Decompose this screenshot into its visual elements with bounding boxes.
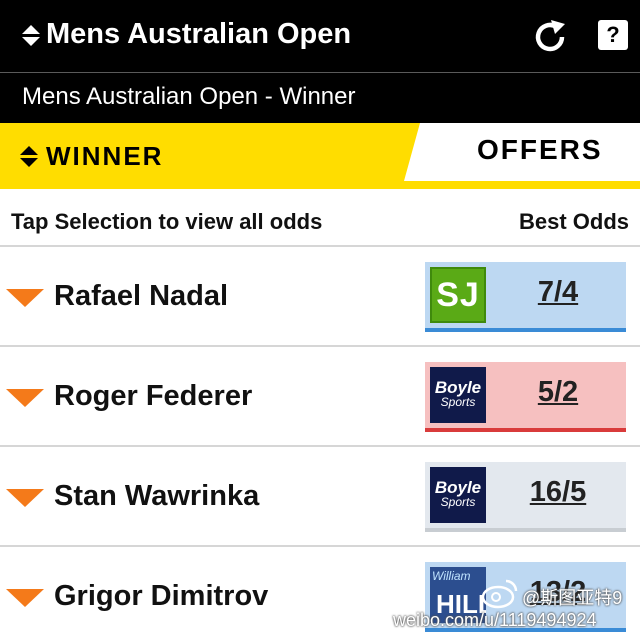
subheader: Mens Australian Open - Winner (0, 73, 640, 123)
sort-arrows-icon[interactable] (22, 25, 40, 46)
odds-value[interactable]: 16/5 (497, 476, 619, 509)
boyle-sports-logo: Boyle Sports (430, 367, 486, 423)
watermark-url: weibo.com/u/1119494924 (393, 610, 597, 630)
tab-offers-label: OFFERS (477, 134, 603, 165)
selection-name[interactable]: Rafael Nadal (54, 280, 228, 313)
expand-arrow-icon[interactable] (6, 589, 44, 607)
sj-bookmaker-logo: SJ (430, 267, 486, 323)
odds-button[interactable]: Boyle Sports 16/5 (425, 462, 626, 532)
boyle-sports-logo: Boyle Sports (430, 467, 486, 523)
odds-value[interactable]: 5/2 (497, 376, 619, 409)
sort-arrows-icon (20, 146, 38, 167)
tab-winner-label: WINNER (46, 141, 164, 171)
expand-arrow-icon[interactable] (6, 489, 44, 507)
expand-arrow-icon[interactable] (6, 389, 44, 407)
tab-bar: WINNER OFFERS (0, 123, 640, 189)
selection-row[interactable]: Rafael Nadal SJ 7/4 (0, 247, 640, 347)
odds-button[interactable]: SJ 7/4 (425, 262, 626, 332)
selection-name[interactable]: Roger Federer (54, 380, 252, 413)
tab-winner[interactable]: WINNER (0, 123, 430, 189)
weibo-watermark-icon (481, 579, 518, 609)
watermark-handle: @斯图亚特9 (522, 588, 623, 608)
selection-row[interactable]: Roger Federer Boyle Sports 5/2 (0, 347, 640, 447)
list-header: Tap Selection to view all odds Best Odds (0, 189, 640, 247)
selection-row[interactable]: Stan Wawrinka Boyle Sports 16/5 (0, 447, 640, 547)
tab-underline (0, 181, 640, 189)
selection-name[interactable]: Stan Wawrinka (54, 480, 259, 513)
odds-value[interactable]: 7/4 (497, 276, 619, 309)
page-title[interactable]: Mens Australian Open (46, 18, 351, 51)
app-header: Mens Australian Open ? (0, 0, 640, 73)
list-hint: Tap Selection to view all odds (11, 209, 323, 234)
market-subtitle: Mens Australian Open - Winner (22, 83, 356, 110)
odds-button[interactable]: Boyle Sports 5/2 (425, 362, 626, 432)
help-button[interactable]: ? (598, 20, 628, 50)
refresh-icon[interactable] (531, 18, 569, 56)
best-odds-header: Best Odds (518, 209, 629, 234)
expand-arrow-icon[interactable] (6, 289, 44, 307)
selection-name[interactable]: Grigor Dimitrov (54, 580, 268, 613)
